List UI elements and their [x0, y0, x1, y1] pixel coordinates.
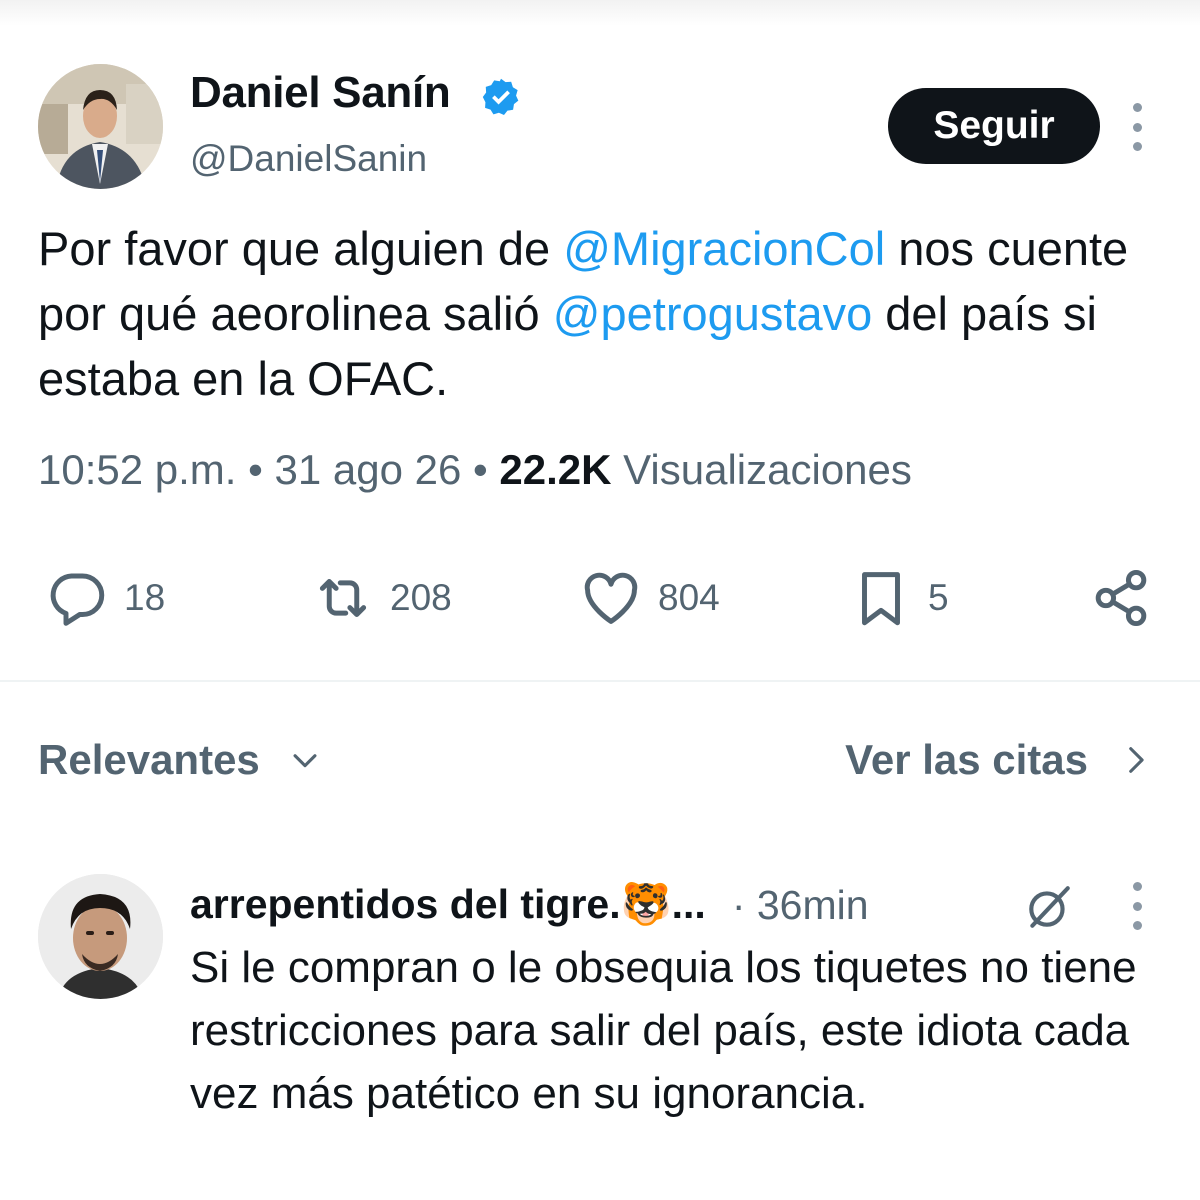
verified-badge-icon[interactable]: [480, 76, 522, 118]
retweet-button[interactable]: 208: [310, 558, 452, 638]
more-vertical-icon[interactable]: [1127, 882, 1147, 930]
author-handle[interactable]: @DanielSanin: [190, 138, 427, 180]
bookmark-icon: [862, 572, 900, 626]
reply-header: arrepentidos del tigre.🐯... · 36min: [190, 880, 869, 930]
quotes-label: Ver las citas: [845, 736, 1088, 783]
tweet-actions: 18 208 804 5: [0, 558, 1200, 638]
like-button[interactable]: 804: [578, 558, 720, 638]
meta-separator: •: [461, 446, 500, 493]
comment-icon: [50, 573, 105, 626]
view-quotes-link[interactable]: Ver las citas: [845, 736, 1152, 784]
heart-icon: [584, 572, 638, 624]
reply-avatar[interactable]: [38, 874, 163, 999]
reply-author-name[interactable]: arrepentidos del tigre.🐯...: [190, 881, 706, 929]
share-icon: [1095, 569, 1147, 627]
reply-text: Si le compran o le obsequia los tiquetes…: [190, 943, 1137, 1118]
reply-button[interactable]: 18: [44, 558, 165, 638]
views-count: 22.2K: [499, 446, 612, 493]
tweet-time[interactable]: 10:52 p.m.: [38, 446, 236, 493]
meta-separator: •: [236, 446, 275, 493]
top-edge: [0, 0, 1200, 26]
bookmark-count: 5: [928, 577, 949, 618]
sort-label: Relevantes: [38, 736, 260, 783]
chevron-right-icon: [1129, 747, 1144, 773]
follow-button[interactable]: Seguir: [888, 88, 1100, 164]
tweet-text-segment: Por favor que alguien de: [38, 222, 564, 275]
author-name[interactable]: Daniel Sanín: [190, 68, 451, 118]
chevron-down-icon: [293, 754, 317, 768]
views-label: Visualizaciones: [623, 446, 912, 493]
tweet-text: Por favor que alguien de @MigracionCol n…: [38, 216, 1168, 411]
sort-dropdown[interactable]: Relevantes: [38, 736, 322, 784]
reply-count: 18: [124, 577, 166, 618]
divider: [0, 680, 1200, 682]
like-count: 804: [658, 577, 720, 618]
reply-time[interactable]: · 36min: [732, 882, 869, 929]
retweet-count: 208: [390, 577, 452, 618]
grok-icon[interactable]: [1024, 882, 1074, 932]
more-vertical-icon[interactable]: [1127, 103, 1147, 151]
share-button[interactable]: [1088, 558, 1154, 638]
tweet-meta: 10:52 p.m. • 31 ago 26 • 22.2K Visualiza…: [38, 446, 912, 494]
tweet-date[interactable]: 31 ago 26: [275, 446, 462, 493]
retweet-icon: [319, 579, 367, 617]
mention-link[interactable]: @petrogustavo: [553, 287, 872, 340]
author-avatar[interactable]: [38, 64, 163, 189]
bookmark-button[interactable]: 5: [848, 558, 949, 638]
mention-link[interactable]: @MigracionCol: [563, 222, 885, 275]
